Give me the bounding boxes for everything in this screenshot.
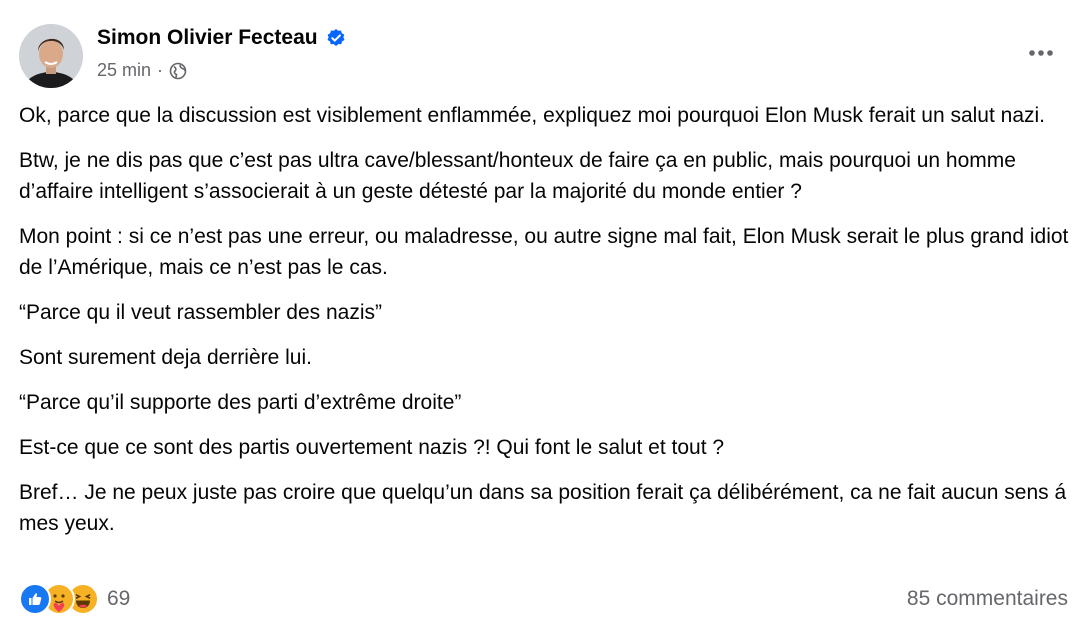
avatar[interactable]: [19, 24, 83, 88]
post-paragraph: Est-ce que ce sont des partis ouvertemen…: [19, 436, 725, 459]
post-time[interactable]: 25 min: [97, 60, 151, 81]
comments-link[interactable]: 85 commentaires: [907, 587, 1068, 611]
author-line: Simon Olivier Fecteau: [97, 26, 346, 50]
post-paragraph: Mon point : si ce n’est pas une erreur, …: [19, 225, 1069, 279]
more-options-button[interactable]: [1026, 38, 1056, 68]
post-paragraph: Ok, parce que la discussion est visiblem…: [19, 104, 1046, 127]
post-paragraph: Btw, je ne dis pas que c’est pas ultra c…: [19, 149, 1016, 203]
avatar-photo: [19, 24, 83, 88]
reaction-count: 69: [107, 587, 131, 610]
post-body: Ok, parce que la discussion est visiblem…: [19, 100, 1071, 553]
post-paragraph: Bref… Je ne peux juste pas croire que qu…: [19, 481, 1067, 535]
reactions-summary[interactable]: 69: [19, 583, 130, 615]
like-icon: [19, 583, 51, 615]
facebook-post: Simon Olivier Fecteau 25 min · Ok, parce…: [0, 0, 1086, 624]
globe-icon[interactable]: [169, 62, 187, 80]
post-paragraph: “Parce qu il veut rassembler des nazis”: [19, 301, 382, 324]
post-meta: 25 min ·: [97, 60, 187, 81]
verified-badge-icon: [326, 28, 346, 48]
author-name[interactable]: Simon Olivier Fecteau: [97, 26, 318, 50]
more-options-icon: [1029, 50, 1053, 56]
post-footer: 69 85 commentaires: [19, 583, 1068, 615]
post-paragraph: “Parce qu’il supporte des parti d’extrêm…: [19, 391, 462, 414]
meta-separator: ·: [157, 60, 164, 80]
post-paragraph: Sont surement deja derrière lui.: [19, 346, 312, 369]
